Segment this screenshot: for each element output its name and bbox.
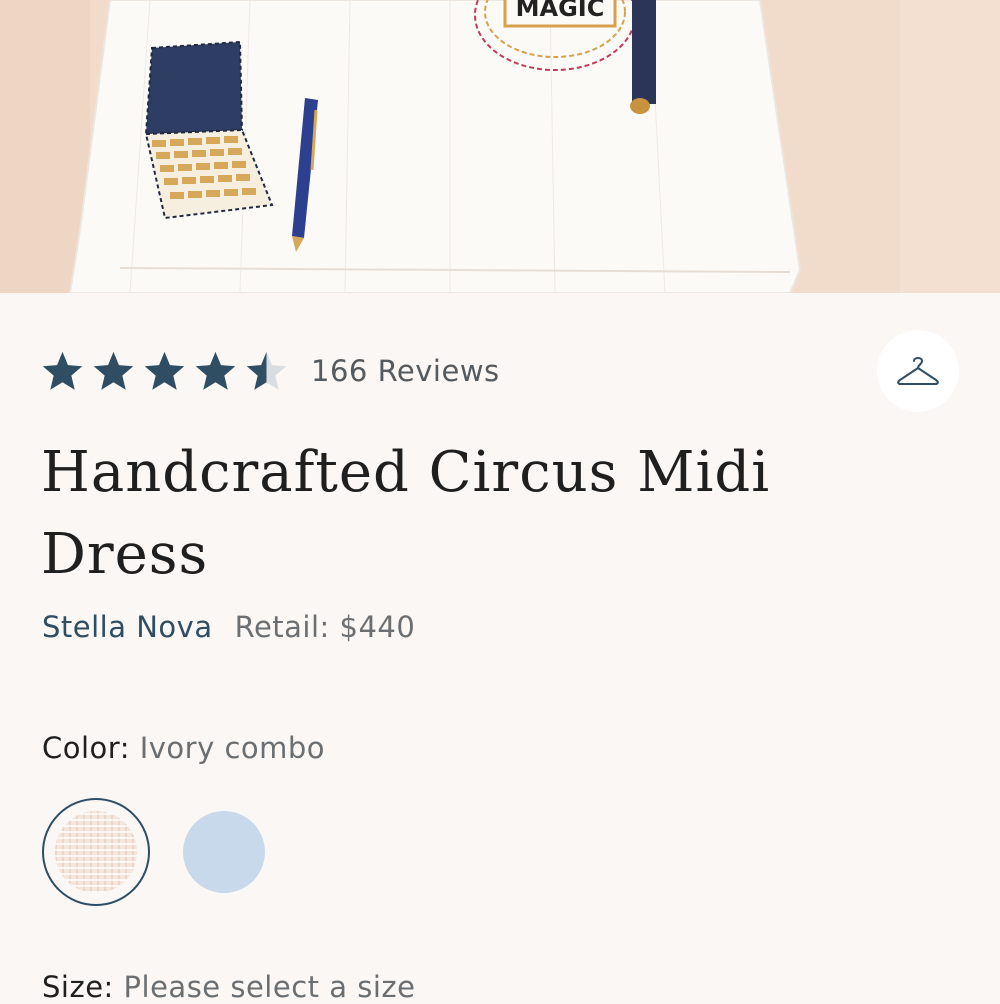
product-image-art: MAGIC bbox=[0, 0, 1000, 293]
reviews-link[interactable]: 166 Reviews bbox=[311, 354, 500, 388]
color-label: Color: bbox=[42, 731, 130, 765]
color-swatch-ivory[interactable] bbox=[42, 798, 150, 906]
color-value: Ivory combo bbox=[139, 731, 326, 765]
product-title: Handcrafted Circus Midi Dress bbox=[41, 440, 771, 587]
swatch-ivory-fill bbox=[55, 811, 137, 893]
brand-link[interactable]: Stella Nova bbox=[42, 610, 213, 644]
save-hanger-button[interactable] bbox=[877, 330, 959, 412]
star-icon bbox=[42, 351, 83, 390]
rating-row[interactable]: 166 Reviews bbox=[40, 343, 500, 399]
product-meta: Stella Nova Retail: $440 bbox=[42, 610, 415, 644]
star-icon bbox=[93, 351, 134, 390]
star-icon bbox=[144, 351, 185, 390]
hanger-icon bbox=[897, 357, 939, 385]
star-icon bbox=[246, 351, 287, 390]
product-image[interactable]: MAGIC bbox=[0, 0, 1000, 293]
color-swatch-blue[interactable] bbox=[183, 811, 265, 893]
embroidery-text: MAGIC bbox=[516, 0, 605, 22]
size-label: Size: bbox=[42, 970, 114, 1004]
size-placeholder: Please select a size bbox=[123, 970, 416, 1004]
size-row[interactable]: Size: Please select a size bbox=[42, 970, 415, 1004]
star-icon bbox=[195, 351, 236, 390]
retail-price: Retail: $440 bbox=[234, 610, 416, 644]
star-rating bbox=[40, 349, 289, 394]
color-row: Color: Ivory combo bbox=[42, 731, 325, 765]
